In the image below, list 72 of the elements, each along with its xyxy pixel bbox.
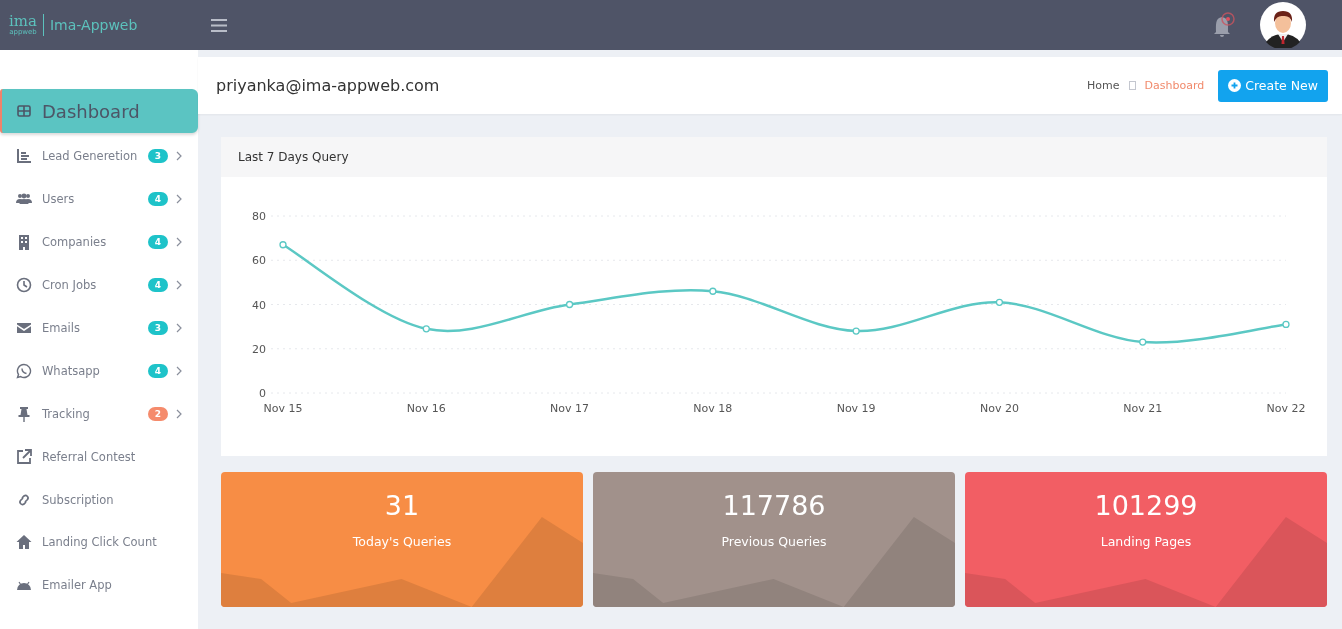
data-point (565, 300, 574, 309)
sidebar-item[interactable]: Companies 4 (0, 220, 198, 264)
breadcrumb-link[interactable]: Dashboard (1144, 79, 1205, 92)
sidebar-item[interactable]: Referral Contest (0, 435, 198, 479)
sidebar-item[interactable]: Tracking 2 (0, 392, 198, 436)
y-tick-label: 40 (252, 298, 266, 312)
count-badge: 3 (147, 149, 168, 164)
page-title: priyanka@ima-appweb.com (216, 76, 440, 95)
count-badge: 4 (147, 363, 168, 378)
chevron-right-icon (176, 323, 182, 333)
x-tick-label: Nov 19 (836, 402, 876, 415)
grid-icon (16, 103, 32, 119)
separator-icon (1128, 81, 1136, 90)
sidebar-item[interactable]: Emailer App (0, 563, 198, 607)
x-tick-label: Nov 22 (1266, 402, 1306, 415)
sidebar-item[interactable]: Landing Click Count (0, 521, 198, 564)
stat-value: 31 (384, 490, 420, 521)
chevron-right-icon (176, 408, 182, 419)
data-point (995, 298, 1004, 306)
chevron-right-icon (176, 280, 182, 291)
home-icon (16, 534, 32, 551)
sidebar-item[interactable]: Users 4 (0, 177, 198, 221)
breadcrumb-link[interactable]: Home (1087, 79, 1120, 92)
sidebar-item[interactable]: Subscription (0, 478, 198, 521)
chevron-right-icon (176, 151, 182, 162)
data-point (422, 325, 430, 333)
app-name: Ima-Appweb (49, 17, 138, 33)
data-point (1282, 320, 1290, 329)
y-tick-label: 80 (252, 210, 266, 223)
pin-icon (16, 405, 32, 422)
y-tick-label: 60 (252, 254, 266, 268)
mail-icon (16, 320, 32, 336)
x-tick-label: Nov 18 (693, 402, 733, 415)
building-icon (16, 234, 32, 251)
external-icon (16, 448, 32, 465)
x-tick-label: Nov 15 (263, 402, 303, 415)
chart-icon (16, 148, 32, 165)
create-new-button[interactable]: Create New (1218, 69, 1328, 102)
data-point (279, 241, 287, 249)
stat-label: Today's Queries (352, 534, 452, 549)
x-tick-label: Nov 21 (1123, 402, 1163, 415)
x-tick-label: Nov 20 (979, 402, 1019, 415)
stat-value: 117786 (722, 490, 826, 521)
chevron-right-icon (176, 237, 182, 248)
data-point (709, 287, 717, 295)
count-badge: 4 (147, 278, 168, 293)
sidebar-item[interactable]: Cron Jobs 4 (0, 263, 198, 307)
x-tick-label: Nov 16 (406, 402, 446, 415)
data-point (1139, 338, 1147, 346)
count-badge: 2 (147, 406, 168, 421)
count-badge: 3 (147, 321, 168, 335)
sidebar-item[interactable]: Dashboard (0, 89, 198, 133)
sidebar-item[interactable]: Lead Generetion 3 (0, 135, 198, 178)
stat-label: Landing Pages (1100, 534, 1192, 549)
y-tick-label: 0 (259, 387, 266, 400)
sidebar-item[interactable]: Whatsapp 4 (0, 349, 198, 393)
y-tick-label: 20 (252, 342, 266, 356)
avatar-icon[interactable] (1260, 2, 1306, 48)
card-title: Last 7 Days Query (238, 150, 349, 164)
stat-value: 101299 (1094, 490, 1198, 521)
x-tick-label: Nov 17 (550, 402, 590, 415)
menu-icon[interactable] (211, 18, 227, 32)
clock-icon (16, 277, 32, 294)
plus-circle-icon (1228, 79, 1242, 92)
stat-label: Previous Queries (721, 534, 827, 549)
data-point (852, 327, 860, 335)
sidebar-item[interactable]: Emails 3 (0, 306, 198, 350)
count-badge: 4 (147, 235, 168, 250)
chevron-right-icon (176, 194, 182, 205)
count-badge: 4 (147, 192, 168, 207)
chat-icon (16, 362, 32, 379)
chevron-right-icon (176, 365, 182, 376)
